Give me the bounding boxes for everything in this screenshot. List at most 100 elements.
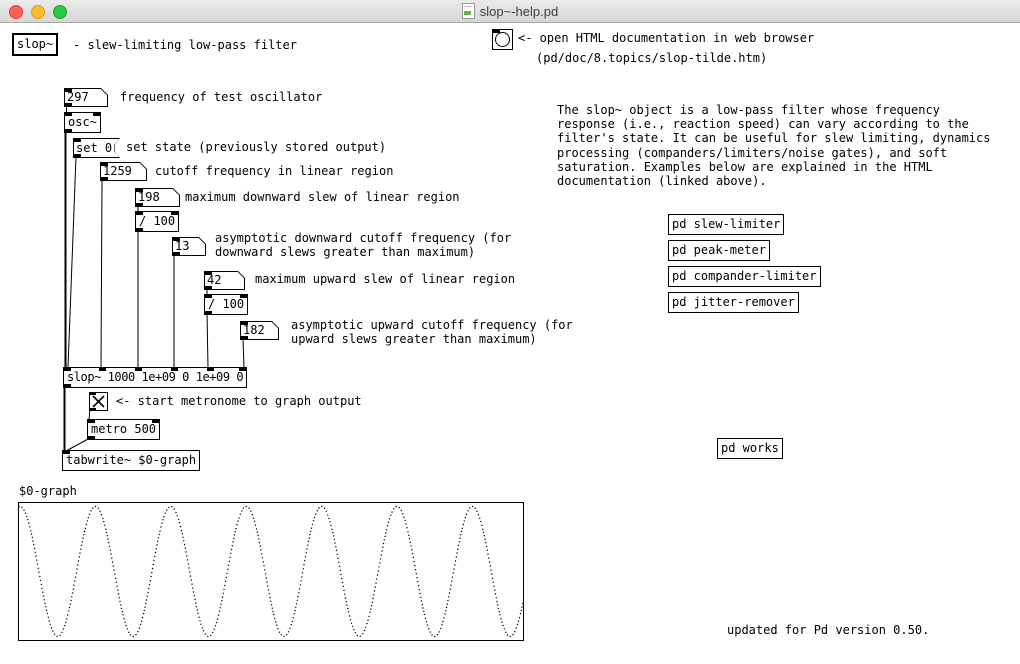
outlet-nub xyxy=(136,203,143,206)
patch-cord xyxy=(101,181,102,368)
inlet-nub xyxy=(239,368,246,371)
inlet-nub xyxy=(88,420,95,423)
inlet-nub xyxy=(65,89,72,92)
bang-open-docs[interactable] xyxy=(492,29,513,50)
inlet-nub xyxy=(241,322,248,325)
outlet-nub xyxy=(74,154,81,157)
document-icon xyxy=(462,3,475,19)
outlet-nub xyxy=(173,252,180,255)
object-box-tabwrite: tabwrite~ $0-graph xyxy=(62,450,200,471)
description-text: The slop~ object is a low-pass filter wh… xyxy=(557,103,990,188)
number-box-up-slew[interactable]: 42 xyxy=(204,271,245,290)
outlet-nub xyxy=(88,436,95,439)
comment-frequency: frequency of test oscillator xyxy=(120,90,322,104)
inlet-nub xyxy=(90,393,96,395)
outlet-nub xyxy=(65,129,72,132)
inlet-nub xyxy=(240,295,247,298)
comment-down-asym: asymptotic downward cutoff frequency (fo… xyxy=(215,231,511,259)
outlet-nub xyxy=(205,311,212,314)
inlet-nub xyxy=(171,212,178,215)
object-box-slop: slop~ 1000 1e+09 0 1e+09 0 xyxy=(63,367,247,388)
object-box-div1: / 100 xyxy=(135,211,179,232)
inlet-nub xyxy=(136,189,143,192)
comment-doc-line1: <- open HTML documentation in web browse… xyxy=(518,31,814,45)
window-title: slop~-help.pd xyxy=(480,4,558,19)
patch-cord xyxy=(207,312,208,368)
traffic-lights xyxy=(9,5,67,19)
number-box-up-asym[interactable]: 182 xyxy=(240,321,279,340)
zoom-button[interactable] xyxy=(53,5,67,19)
object-box-slop-main: slop~ xyxy=(12,33,58,56)
graph-label: $0-graph xyxy=(19,484,77,498)
comment-up-asym: asymptotic upward cutoff frequency (for … xyxy=(291,318,573,346)
object-box-metro: metro 500 xyxy=(87,419,160,440)
object-label: pd works xyxy=(721,441,779,455)
subpatch-peak-meter[interactable]: pd peak-meter xyxy=(668,240,770,261)
object-label: slop~ xyxy=(17,37,53,51)
waveform xyxy=(19,503,523,640)
message-label: set 0 xyxy=(76,141,112,156)
object-label: pd jitter-remover xyxy=(672,295,795,309)
inlet-nub xyxy=(65,113,72,116)
object-label: pd compander-limiter xyxy=(672,269,817,283)
inlet-nub xyxy=(74,139,81,142)
inlet-nub xyxy=(93,113,100,116)
patch-canvas: slop~ - slew-limiting low-pass filter <-… xyxy=(0,0,1020,664)
inlet-nub xyxy=(101,163,108,166)
patch-cord xyxy=(243,339,244,368)
outlet-nub xyxy=(136,228,143,231)
inlet-nub xyxy=(205,295,212,298)
comment-cutoff: cutoff frequency in linear region xyxy=(155,164,393,178)
object-label: tabwrite~ $0-graph xyxy=(66,453,196,467)
outlet-nub xyxy=(241,336,248,339)
inlet-nub xyxy=(136,212,143,215)
inlet-nub xyxy=(493,30,500,33)
comment-up-slew: maximum upward slew of linear region xyxy=(255,272,515,286)
object-label: pd slew-limiter xyxy=(672,217,780,231)
object-box-div2: / 100 xyxy=(204,294,248,315)
inlet-nub xyxy=(205,272,212,275)
outlet-nub xyxy=(65,103,72,106)
number-box-frequency[interactable]: 297 xyxy=(64,88,108,107)
subpatch-slew-limiter[interactable]: pd slew-limiter xyxy=(668,214,784,235)
outlet-nub xyxy=(101,177,108,180)
object-label: pd peak-meter xyxy=(672,243,766,257)
object-box-osc: osc~ xyxy=(64,112,101,133)
minimize-button[interactable] xyxy=(31,5,45,19)
inlet-nub xyxy=(171,368,178,371)
inlet-nub xyxy=(64,368,71,371)
comment-down-slew: maximum downward slew of linear region xyxy=(185,190,460,204)
comment-main: - slew-limiting low-pass filter xyxy=(73,38,297,52)
patch-cord xyxy=(68,157,76,367)
outlet-nub xyxy=(205,286,212,289)
inlet-nub xyxy=(152,420,159,423)
graph-canvas xyxy=(18,502,524,641)
object-label: slop~ 1000 1e+09 0 1e+09 0 xyxy=(67,370,243,384)
comment-footer: updated for Pd version 0.50. xyxy=(727,623,929,637)
number-box-down-slew[interactable]: 198 xyxy=(135,188,180,207)
outlet-nub xyxy=(64,384,71,387)
number-box-down-asym[interactable]: 13 xyxy=(172,237,206,256)
subpatch-jitter-remover[interactable]: pd jitter-remover xyxy=(668,292,799,313)
message-box-set[interactable]: set 0 xyxy=(73,138,120,158)
title-bar: slop~-help.pd xyxy=(0,0,1020,23)
inlet-nub xyxy=(135,368,142,371)
subpatch-works[interactable]: pd works xyxy=(717,438,783,459)
inlet-nub xyxy=(63,451,70,454)
toggle-metronome[interactable] xyxy=(89,392,108,411)
object-label: metro 500 xyxy=(91,422,156,436)
object-label: osc~ xyxy=(68,115,97,129)
outlet-nub xyxy=(90,408,96,410)
inlet-nub xyxy=(99,368,106,371)
subpatch-compander-limiter[interactable]: pd compander-limiter xyxy=(668,266,821,287)
comment-doc-line2: (pd/doc/8.topics/slop-tilde.htm) xyxy=(536,51,767,65)
bang-icon xyxy=(495,32,510,47)
object-label: / 100 xyxy=(139,214,175,228)
inlet-nub xyxy=(173,238,180,241)
inlet-nub xyxy=(207,368,214,371)
object-label: / 100 xyxy=(208,297,244,311)
number-box-cutoff[interactable]: 1259 xyxy=(100,162,147,181)
comment-metronome: <- start metronome to graph output xyxy=(116,394,362,408)
comment-set-state: set state (previously stored output) xyxy=(126,140,386,154)
close-button[interactable] xyxy=(9,5,23,19)
